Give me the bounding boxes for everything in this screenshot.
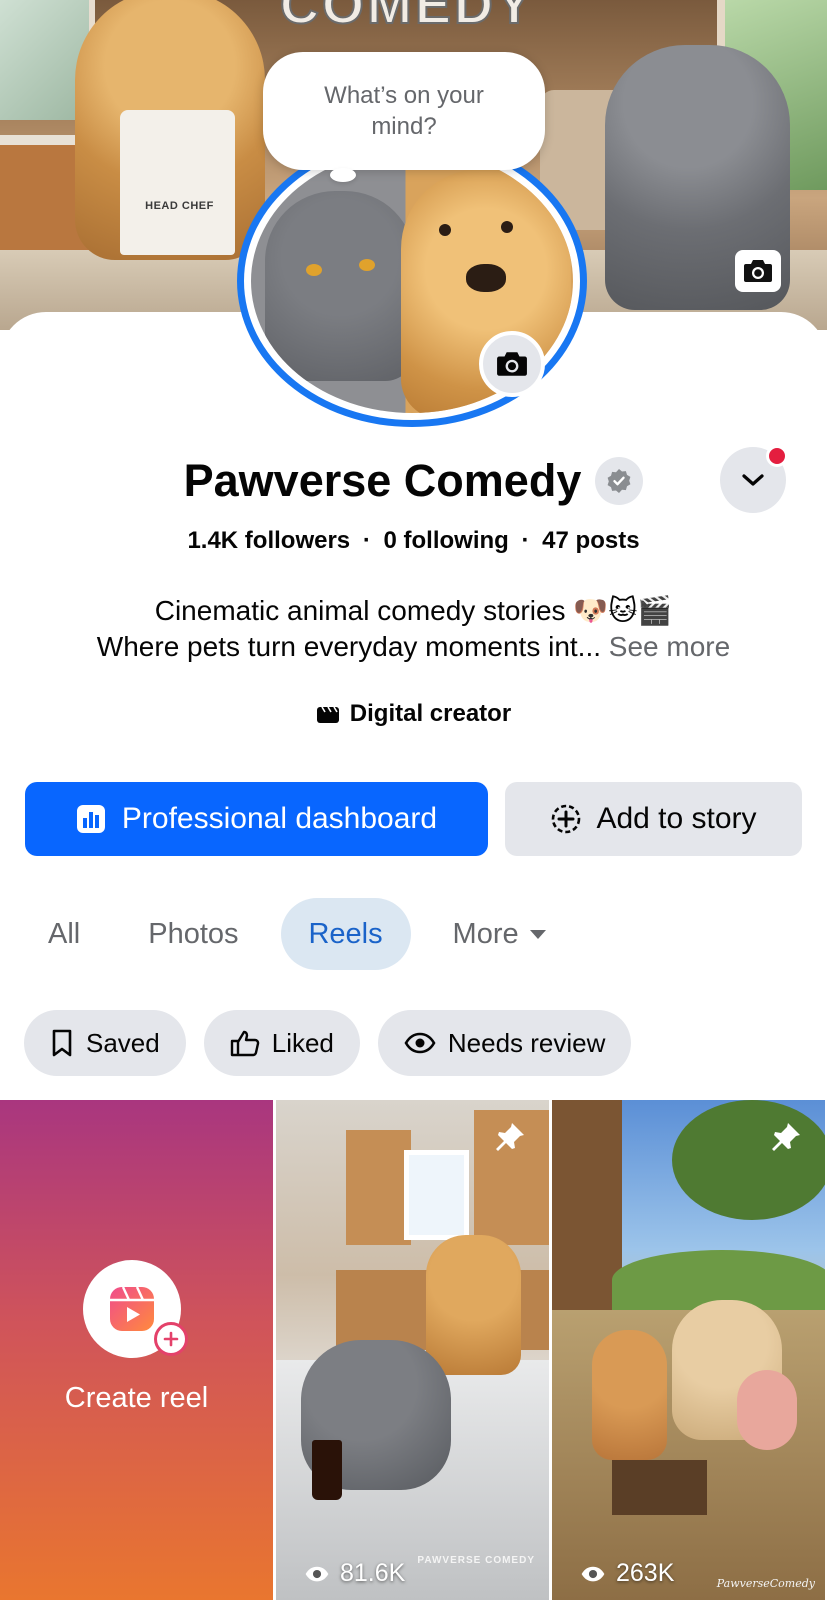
view-count: 81.6K	[304, 1559, 405, 1588]
bio-line-1: Cinematic animal comedy stories 🐶🐱🎬	[154, 595, 673, 626]
cover-title-text: COMEDY	[279, 0, 536, 36]
tab-all[interactable]: All	[24, 898, 104, 970]
avatar-camera-button[interactable]	[479, 331, 545, 397]
thumbnail-dog	[426, 1235, 521, 1375]
following-count[interactable]: 0 following	[384, 527, 509, 554]
profile-page: HEAD CHEF COMEDY What’s on your mind? Pa…	[0, 0, 827, 1600]
thumbnail-watermark: PAWVERSE COMEDY	[417, 1555, 535, 1566]
create-reel-tile[interactable]: Create reel	[0, 1100, 273, 1600]
profile-tabs: All Photos Reels More	[24, 898, 571, 970]
see-more-link[interactable]: See more	[609, 631, 730, 662]
bio-line-2: Where pets turn everyday moments int...	[96, 631, 602, 662]
professional-dashboard-button[interactable]: Professional dashboard	[25, 782, 488, 856]
add-icon	[154, 1322, 188, 1356]
pin-icon	[772, 1123, 800, 1151]
followers-count[interactable]: 1.4K followers	[187, 527, 350, 554]
tab-more[interactable]: More	[429, 898, 571, 970]
clapperboard-icon	[316, 706, 339, 723]
posts-count[interactable]: 47 posts	[542, 527, 639, 554]
whats-on-your-mind-bubble[interactable]: What’s on your mind?	[263, 52, 545, 170]
bookmark-icon	[52, 1029, 72, 1057]
profile-avatar[interactable]	[237, 135, 587, 427]
chevron-down-icon	[742, 474, 764, 486]
reels-grid: Create reel PAWVERSE COMEDY 81.6K Pawver…	[0, 1100, 827, 1600]
eye-icon	[305, 1566, 329, 1581]
camera-icon	[744, 260, 772, 282]
professional-dashboard-label: Professional dashboard	[121, 802, 438, 835]
filter-saved[interactable]: Saved	[24, 1010, 186, 1076]
view-count: 263K	[580, 1559, 674, 1588]
tab-reels[interactable]: Reels	[280, 898, 411, 970]
profile-name: Pawverse Comedy	[183, 455, 582, 506]
notification-dot	[766, 445, 788, 467]
camera-icon	[497, 352, 527, 376]
thumbnail-watermark: PawverseComedy	[716, 1577, 815, 1590]
thumbs-up-icon	[230, 1030, 259, 1057]
tab-photos[interactable]: Photos	[124, 898, 262, 970]
reel-thumbnail[interactable]: PAWVERSE COMEDY 81.6K	[276, 1100, 549, 1600]
reel-filters: Saved Liked Needs review	[24, 1010, 632, 1076]
eye-icon	[581, 1566, 605, 1581]
filter-needs-review[interactable]: Needs review	[377, 1010, 632, 1076]
filter-liked[interactable]: Liked	[203, 1010, 360, 1076]
apron-text: HEAD CHEF	[145, 200, 214, 212]
profile-bio: Cinematic animal comedy stories 🐶🐱🎬 Wher…	[0, 593, 827, 665]
caret-down-icon	[529, 930, 546, 939]
add-to-story-label: Add to story	[596, 802, 757, 835]
add-story-icon	[552, 804, 581, 834]
eye-icon	[404, 1032, 436, 1054]
verified-badge-icon[interactable]	[595, 457, 644, 505]
profile-category: Digital creator	[0, 700, 827, 728]
thumbnail-pig	[737, 1370, 797, 1450]
add-to-story-button[interactable]: Add to story	[505, 782, 802, 856]
name-row: Pawverse Comedy	[0, 455, 827, 507]
bubble-tail	[330, 168, 356, 182]
dashboard-chart-icon	[76, 805, 105, 833]
category-label: Digital creator	[349, 700, 512, 727]
cover-camera-button[interactable]	[735, 250, 781, 292]
profile-stats: 1.4K followers · 0 following · 47 posts	[187, 527, 640, 554]
pin-icon	[496, 1123, 524, 1151]
create-reel-label: Create reel	[64, 1382, 209, 1414]
thumbnail-chihuahua	[592, 1330, 667, 1460]
reel-thumbnail[interactable]: PawverseComedy 263K	[552, 1100, 825, 1600]
